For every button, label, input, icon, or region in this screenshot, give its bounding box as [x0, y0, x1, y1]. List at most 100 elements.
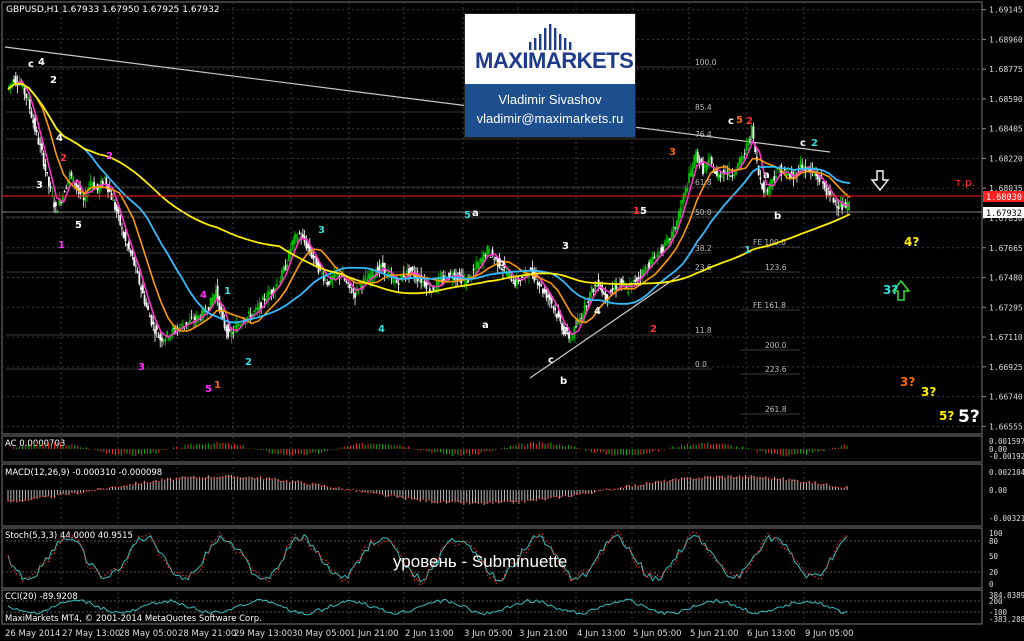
- candle-body: [571, 336, 574, 339]
- candle-body: [261, 296, 264, 300]
- candle-body: [529, 267, 532, 270]
- candle-body: [818, 178, 821, 182]
- wave-label: 2: [811, 138, 818, 149]
- candle-body: [569, 339, 572, 341]
- x-tick-label: 3 Jun 21:00: [519, 629, 568, 639]
- candle-body: [324, 279, 327, 281]
- indicator-tick-label: 0.00: [989, 486, 1008, 495]
- candle-body: [542, 288, 544, 294]
- candle-body: [357, 290, 360, 292]
- candle-body: [134, 265, 137, 267]
- wave-label: 4: [378, 324, 385, 335]
- wave-label: 3: [36, 180, 43, 191]
- candle-body: [759, 177, 762, 180]
- candle-body: [305, 241, 308, 249]
- candle-body: [150, 314, 153, 325]
- candle-body: [194, 316, 196, 321]
- fib-label: 11.8: [695, 326, 712, 335]
- candle-body: [829, 190, 831, 196]
- candle-body: [634, 279, 637, 282]
- candle-body: [738, 157, 741, 165]
- candle-body: [298, 232, 301, 234]
- candle-body: [695, 150, 697, 163]
- candle-body: [42, 153, 45, 167]
- candle-body: [536, 281, 539, 286]
- candle-body: [295, 233, 297, 239]
- candle-body: [155, 325, 158, 330]
- candle-body: [550, 298, 553, 304]
- wave-label: 1: [633, 206, 640, 217]
- candle-body: [703, 165, 706, 168]
- candle-body: [684, 187, 687, 196]
- candle-body: [590, 286, 593, 294]
- wave-label: 3: [562, 241, 569, 252]
- candle-body: [41, 143, 43, 151]
- candle-body: [293, 235, 296, 245]
- candle-body: [435, 280, 438, 290]
- candle-body: [307, 243, 309, 249]
- candle-body: [117, 209, 120, 214]
- x-tick-label: 28 May 21:00: [178, 629, 236, 639]
- candle-body: [47, 176, 50, 187]
- candle-body: [140, 286, 142, 290]
- candle-body: [575, 326, 577, 328]
- fib-label: 38.2: [695, 244, 712, 253]
- candle-body: [161, 337, 163, 342]
- y-tick-label: 1.66740: [989, 393, 1023, 402]
- wave-label: 2: [562, 326, 569, 337]
- candle-body: [663, 241, 666, 247]
- candle-body: [364, 276, 367, 278]
- candle-body: [615, 285, 617, 290]
- candle-body: [766, 189, 769, 192]
- candle-body: [488, 248, 490, 254]
- candle-body: [834, 200, 837, 202]
- candle-body: [268, 292, 271, 295]
- candle-body: [705, 164, 708, 171]
- candle-body: [479, 258, 482, 262]
- candle-body: [301, 234, 304, 238]
- candle-body: [381, 262, 384, 267]
- candle-body: [775, 175, 777, 179]
- fib-label: FE 161.8: [753, 301, 786, 310]
- candle-body: [312, 255, 315, 260]
- wave-label: 3: [138, 362, 145, 373]
- candle-body: [489, 256, 492, 258]
- candle-body: [681, 200, 684, 204]
- wave-label: c: [548, 355, 554, 366]
- brand-wordmark: MAXIMARKETS: [475, 48, 634, 73]
- candle-body: [585, 306, 588, 308]
- indicator-tick-label: 0.002104: [989, 468, 1024, 477]
- wave-label: 5?: [939, 409, 954, 423]
- candle-body: [103, 177, 106, 179]
- candle-body: [484, 254, 487, 257]
- wave-label: 4: [56, 133, 63, 144]
- y-tick-label: 1.68590: [989, 95, 1023, 104]
- x-tick-label: 9 Jun 05:00: [805, 629, 854, 639]
- candle-body: [799, 161, 802, 169]
- candle-body: [651, 257, 654, 264]
- candle-body: [143, 294, 146, 304]
- candle-body: [44, 164, 47, 171]
- candle-body: [672, 225, 675, 238]
- y-tick-label: 1.67480: [989, 274, 1023, 283]
- author-email[interactable]: vladimir@maximarkets.ru: [465, 109, 635, 128]
- candle-body: [74, 183, 76, 185]
- wave-label: c: [800, 138, 806, 149]
- candle-body: [418, 279, 421, 282]
- candle-body: [745, 144, 748, 151]
- candle-body: [133, 257, 136, 266]
- candle-body: [474, 267, 477, 270]
- fib-label: 50.0: [695, 208, 712, 217]
- y-tick-label: 1.67110: [989, 333, 1023, 342]
- candle-body: [225, 326, 228, 332]
- candle-body: [736, 162, 739, 170]
- logo-bar: [549, 24, 552, 50]
- candle-body: [138, 272, 141, 284]
- fib-label: 76.4: [695, 130, 712, 139]
- candle-body: [354, 292, 356, 298]
- candle-body: [70, 172, 73, 177]
- candle-body: [347, 282, 350, 284]
- candle-body: [743, 153, 746, 155]
- candle-body: [63, 191, 66, 193]
- candle-body: [23, 88, 26, 95]
